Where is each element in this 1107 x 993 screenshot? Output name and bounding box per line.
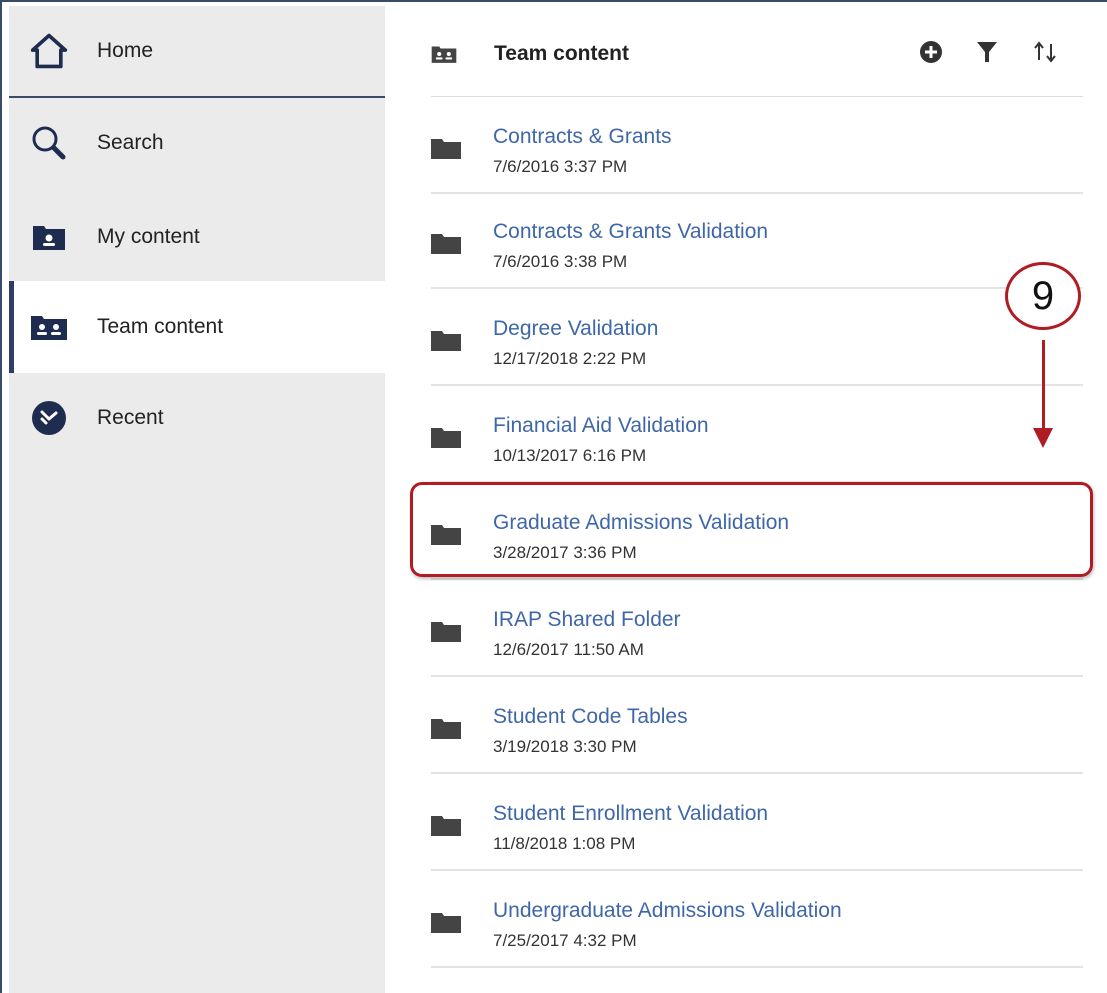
folder-icon: [431, 719, 461, 739]
step-number-badge: 9: [1005, 262, 1081, 330]
folder-name[interactable]: Student Enrollment Validation: [493, 802, 768, 826]
team-content-icon: [29, 307, 69, 347]
folder-name[interactable]: Undergraduate Admissions Validation: [493, 899, 842, 923]
add-button[interactable]: [915, 36, 947, 68]
folder-name[interactable]: Student Code Tables: [493, 705, 688, 729]
folder-row[interactable]: Graduate Admissions Validation 3/28/2017…: [431, 483, 1083, 580]
sort-button[interactable]: [1029, 36, 1061, 68]
folder-date: 12/17/2018 2:22 PM: [493, 349, 647, 368]
folder-row[interactable]: Financial Aid Validation 10/13/2017 6:16…: [431, 386, 1083, 483]
folder-row[interactable]: Student Enrollment Validation 11/8/2018 …: [431, 774, 1083, 871]
sidebar-item-search[interactable]: Search: [9, 98, 385, 188]
sidebar-item-recent[interactable]: Recent: [9, 373, 385, 463]
folder-icon: [431, 234, 461, 254]
folder-row[interactable]: Contracts & Grants Validation 7/6/2016 3…: [431, 192, 1083, 289]
my-content-icon: [29, 217, 69, 257]
sidebar-item-my-content[interactable]: My content: [9, 192, 385, 282]
folder-date: 7/6/2016 3:38 PM: [493, 252, 628, 271]
folder-name[interactable]: Financial Aid Validation: [493, 414, 709, 438]
folder-row[interactable]: Degree Validation 12/17/2018 2:22 PM: [431, 289, 1083, 386]
search-icon: [29, 123, 69, 163]
sort-icon: [1034, 41, 1056, 63]
folder-date: 11/8/2018 1:08 PM: [493, 834, 636, 853]
folder-row[interactable]: Undergraduate Admissions Validation 7/25…: [431, 871, 1083, 968]
content-header: Team content: [385, 6, 1107, 96]
sidebar: Home Search My content Team content Rece…: [9, 6, 385, 993]
folder-icon: [431, 622, 461, 642]
arrow-line: [1042, 340, 1045, 432]
folder-row[interactable]: Contracts & Grants 7/6/2016 3:37 PM: [431, 97, 1083, 194]
arrow-down-icon: [1033, 428, 1053, 448]
folder-name[interactable]: Degree Validation: [493, 317, 658, 341]
sidebar-item-label: My content: [97, 225, 200, 248]
sidebar-item-label: Search: [97, 131, 164, 154]
folder-row[interactable]: Student Code Tables 3/19/2018 3:30 PM: [431, 677, 1083, 774]
folder-date: 10/13/2017 6:16 PM: [493, 446, 647, 465]
folder-name[interactable]: Graduate Admissions Validation: [493, 511, 789, 535]
folder-icon: [431, 139, 461, 159]
folder-date: 7/6/2016 3:37 PM: [493, 157, 628, 176]
folder-name[interactable]: IRAP Shared Folder: [493, 608, 681, 632]
page-title: Team content: [494, 42, 629, 65]
folder-date: 7/25/2017 4:32 PM: [493, 931, 637, 950]
add-icon: [920, 41, 942, 63]
folder-date: 3/19/2018 3:30 PM: [493, 737, 637, 756]
sidebar-item-label: Team content: [97, 315, 224, 338]
filter-icon: [977, 42, 997, 62]
folder-icon: [431, 913, 461, 933]
sidebar-item-team-content[interactable]: Team content: [9, 281, 385, 373]
recent-icon: [29, 398, 69, 438]
content-panel: Team content Contracts & Grants 7/6/2016…: [385, 6, 1107, 993]
team-content-icon: [431, 44, 457, 69]
sidebar-item-home[interactable]: Home: [9, 6, 385, 98]
sidebar-item-label: Recent: [97, 406, 164, 429]
folder-icon: [431, 428, 461, 448]
folder-date: 12/6/2017 11:50 AM: [493, 640, 644, 659]
folder-name[interactable]: Contracts & Grants Validation: [493, 220, 768, 244]
folder-icon: [431, 331, 461, 351]
filter-button[interactable]: [971, 36, 1003, 68]
folder-date: 3/28/2017 3:36 PM: [493, 543, 637, 562]
folder-icon: [431, 816, 461, 836]
home-icon: [29, 31, 69, 71]
folder-icon: [431, 525, 461, 545]
folder-row[interactable]: IRAP Shared Folder 12/6/2017 11:50 AM: [431, 580, 1083, 677]
folder-name[interactable]: Contracts & Grants: [493, 125, 672, 149]
sidebar-item-label: Home: [97, 39, 154, 62]
